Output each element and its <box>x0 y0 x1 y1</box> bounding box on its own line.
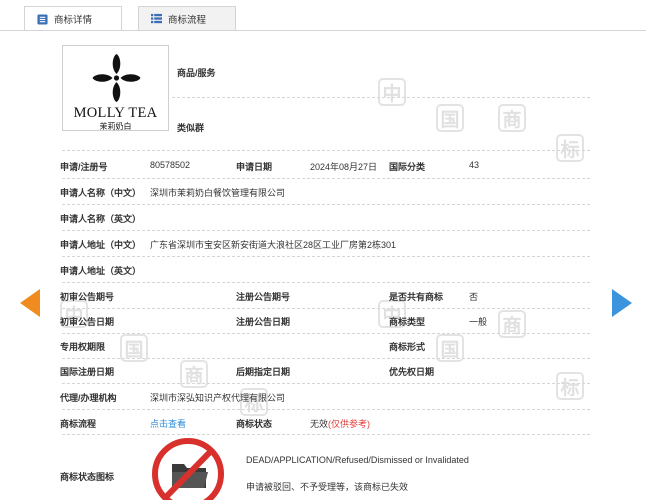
applicant-cn-value: 深圳市茉莉奶白餐饮管理有限公司 <box>150 188 286 198</box>
next-arrow-icon[interactable] <box>612 289 632 317</box>
details-icon <box>37 13 48 25</box>
tab-trademark-details[interactable]: 商标详情 <box>24 6 122 31</box>
row-divider <box>62 383 590 384</box>
address-en-label: 申请人地址（英文） <box>60 266 142 276</box>
clover-logo-icon <box>92 54 141 102</box>
status-note: (仅供参考) <box>328 419 371 429</box>
tab-trademark-flow[interactable]: 商标流程 <box>138 6 236 30</box>
intl-reg-date-label: 国际注册日期 <box>60 367 115 377</box>
trademark-logo: MOLLY TEA 茉莉奶白 <box>62 45 169 131</box>
reg-no-label: 申请/注册号 <box>60 162 108 172</box>
address-cn-value: 广东省深圳市宝安区新安街道大浪社区28区工业厂房第2栋301 <box>150 240 397 250</box>
row-divider <box>62 409 590 410</box>
similar-group-label: 类似群 <box>177 123 205 133</box>
status-en-text: DEAD/APPLICATION/Refused/Dismissed or In… <box>246 455 469 465</box>
previous-arrow-icon[interactable] <box>20 289 40 317</box>
watermark-glyph: 标 <box>556 372 584 400</box>
tab-divider <box>0 30 646 31</box>
list-icon <box>151 13 162 24</box>
reg-no-value: 80578502 <box>150 160 191 170</box>
app-date-label: 申请日期 <box>236 162 273 172</box>
shared-label: 是否共有商标 <box>389 292 444 302</box>
priority-date-label: 优先权日期 <box>389 367 435 377</box>
watermark-glyph: 国 <box>436 104 464 132</box>
row-divider <box>62 282 590 283</box>
status-value: 无效(仅供参考) <box>310 417 370 430</box>
status-icon-label: 商标状态图标 <box>60 472 115 482</box>
intl-class-label: 国际分类 <box>389 162 426 172</box>
exclusive-period-label: 专用权期限 <box>60 342 106 352</box>
row-divider <box>62 204 590 205</box>
shared-value: 否 <box>469 292 479 302</box>
flow-label: 商标流程 <box>60 419 97 429</box>
row-divider <box>62 178 590 179</box>
tab-trademark-flow-label: 商标流程 <box>168 14 207 26</box>
prelim-pub-no-label: 初审公告期号 <box>60 292 115 302</box>
form-label: 商标形式 <box>389 342 426 352</box>
tab-trademark-details-label: 商标详情 <box>54 15 93 26</box>
address-cn-label: 申请人地址（中文） <box>60 240 142 250</box>
row-divider <box>62 358 590 359</box>
type-label: 商标类型 <box>389 317 426 327</box>
reg-pub-no-label: 注册公告期号 <box>236 292 291 302</box>
app-date-value: 2024年08月27日 <box>310 162 378 172</box>
row-divider <box>62 150 590 151</box>
status-label: 商标状态 <box>236 419 273 429</box>
agent-label: 代理/办理机构 <box>60 393 117 403</box>
agent-value: 深圳市深弘知识产权代理有限公司 <box>150 393 286 403</box>
row-divider <box>62 230 590 231</box>
watermark-glyph: 标 <box>556 134 584 162</box>
watermark-glyph: 中 <box>378 78 406 106</box>
row-divider <box>62 434 590 435</box>
goods-services-label: 商品/服务 <box>177 68 216 78</box>
logo-brand-text: MOLLY TEA <box>73 105 158 121</box>
row-divider <box>62 308 590 309</box>
row-divider <box>172 97 590 98</box>
later-date-label: 后期指定日期 <box>236 367 291 377</box>
applicant-cn-label: 申请人名称（中文） <box>60 188 142 198</box>
status-cn-text: 申请被驳回、不予受理等，该商标已失效 <box>246 482 409 492</box>
logo-brand-cn: 茉莉奶白 <box>99 122 132 131</box>
prelim-pub-date-label: 初审公告日期 <box>60 317 115 327</box>
status-text: 无效 <box>310 419 329 429</box>
flow-view-link[interactable]: 点击查看 <box>150 417 186 430</box>
row-divider <box>62 333 590 334</box>
type-value: 一般 <box>469 317 488 327</box>
dead-status-icon <box>152 438 224 500</box>
watermark-glyph: 商 <box>498 104 526 132</box>
reg-pub-date-label: 注册公告日期 <box>236 317 291 327</box>
intl-class-value: 43 <box>469 160 480 170</box>
applicant-en-label: 申请人名称（英文） <box>60 214 142 224</box>
row-divider <box>62 256 590 257</box>
